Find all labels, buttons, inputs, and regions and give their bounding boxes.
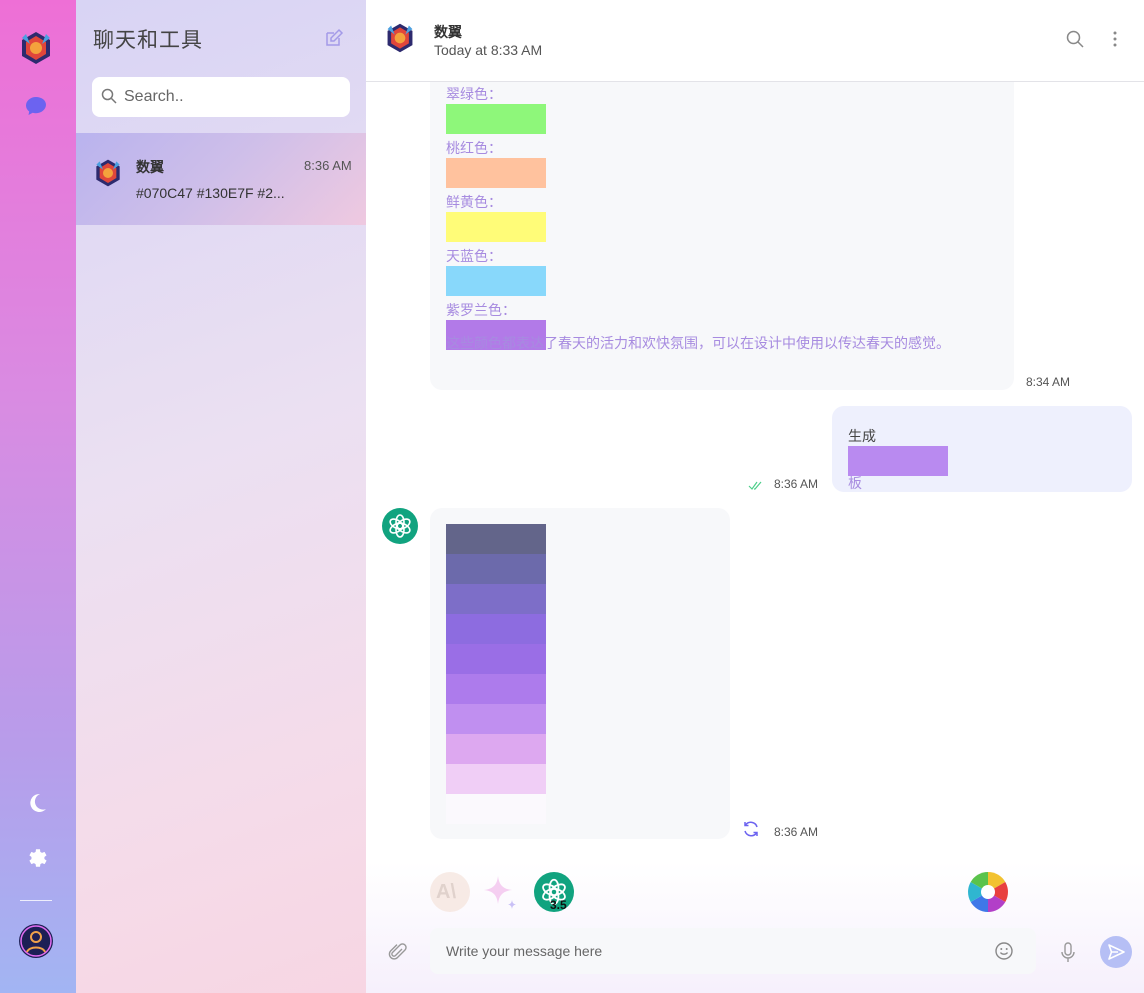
- message-time: 8:36 AM: [774, 825, 819, 839]
- attachment-icon[interactable]: [388, 942, 408, 962]
- panel-title: 聊天和工具: [93, 29, 203, 52]
- message-input[interactable]: [446, 928, 976, 974]
- gpt-model-icon[interactable]: 3.5: [534, 872, 574, 912]
- model-version-badge: 3.5: [550, 898, 567, 912]
- conversation-pane: 数翼 Today at 8:33 AM 翠绿色： 桃红色： 鲜黄色： 天蓝色： …: [366, 0, 1144, 993]
- message-text: 生成: [848, 428, 876, 444]
- palette-swatch: [446, 584, 546, 614]
- color-label: 翠绿色：: [446, 86, 502, 102]
- message-time: 8:36 AM: [774, 477, 819, 491]
- anthropic-label: A\: [436, 881, 456, 903]
- search-input[interactable]: [124, 77, 344, 117]
- chat-list-item[interactable]: 数翼 8:36 AM #070C47 #130E7F #2...: [76, 133, 366, 225]
- palette-swatch: [446, 764, 546, 794]
- moon-icon[interactable]: [25, 791, 49, 815]
- rail-divider: [20, 900, 52, 901]
- palette-message-bubble: [430, 508, 730, 839]
- emoji-icon[interactable]: [994, 941, 1014, 961]
- search-icon: [101, 88, 117, 104]
- color-label: 鲜黄色：: [446, 194, 502, 210]
- search-box: [92, 77, 350, 117]
- color-swatch: [848, 446, 948, 476]
- composer-area: A\ 3.5: [366, 862, 1144, 993]
- color-swatch: [446, 104, 546, 134]
- message-input-box: [430, 928, 1036, 974]
- nav-rail: [0, 0, 76, 993]
- palette-swatch: [446, 614, 546, 644]
- chat-bubble-icon[interactable]: [25, 96, 47, 116]
- palette-swatch: [446, 794, 546, 824]
- palette-swatch: [446, 524, 546, 554]
- openai-logo-icon: [382, 508, 418, 544]
- gear-icon[interactable]: [25, 846, 49, 870]
- user-avatar-icon[interactable]: [19, 924, 53, 958]
- regenerate-icon[interactable]: [742, 820, 760, 838]
- more-options-icon[interactable]: [1112, 31, 1118, 47]
- microphone-icon[interactable]: [1058, 942, 1078, 964]
- compose-icon[interactable]: [324, 28, 344, 48]
- message-text: 板: [848, 475, 862, 491]
- send-icon: [1108, 944, 1125, 960]
- color-swatch: [446, 158, 546, 188]
- color-label: 桃红色：: [446, 140, 502, 156]
- message-bubble: 翠绿色： 桃红色： 鲜黄色： 天蓝色： 紫罗兰色： 这些颜色都表达了春天的活力和…: [430, 82, 1014, 390]
- color-wheel-icon[interactable]: [968, 872, 1008, 912]
- message-list[interactable]: 翠绿色： 桃红色： 鲜黄色： 天蓝色： 紫罗兰色： 这些颜色都表达了春天的活力和…: [366, 82, 1144, 862]
- color-label: 天蓝色：: [446, 248, 502, 264]
- user-message-bubble: 生成 板: [832, 406, 1132, 492]
- color-swatch: [446, 212, 546, 242]
- palette-swatch: [446, 644, 546, 674]
- message-time: 8:34 AM: [1026, 375, 1071, 389]
- chat-name: 数翼: [136, 159, 164, 175]
- color-label: 紫罗兰色：: [446, 302, 516, 318]
- chat-preview: #070C47 #130E7F #2...: [136, 185, 285, 201]
- message-text: 这些颜色都表达了春天的活力和欢快氛围，可以在设计中使用以传达春天的感觉。: [446, 335, 950, 351]
- chat-avatar-icon: [93, 158, 123, 188]
- anthropic-model-icon[interactable]: A\: [430, 872, 470, 912]
- conversation-header: 数翼 Today at 8:33 AM: [366, 0, 1144, 82]
- palette-swatch: [446, 734, 546, 764]
- palette-swatch: [446, 704, 546, 734]
- contact-subtitle: Today at 8:33 AM: [434, 42, 543, 58]
- contact-avatar-icon: [384, 22, 416, 54]
- palette-swatch: [446, 554, 546, 584]
- contact-name: 数翼: [434, 24, 462, 40]
- search-icon[interactable]: [1066, 30, 1084, 48]
- app-logo-icon[interactable]: [18, 30, 54, 66]
- send-button[interactable]: [1100, 936, 1132, 968]
- palette-swatch: [446, 674, 546, 704]
- chat-time: 8:36 AM: [304, 158, 352, 173]
- color-swatch: [446, 266, 546, 296]
- chat-list-panel: 聊天和工具 数翼 8:36 AM #070C47 #130E7F #2...: [76, 0, 366, 993]
- double-check-icon: [748, 478, 762, 490]
- gemini-model-icon[interactable]: [480, 872, 520, 912]
